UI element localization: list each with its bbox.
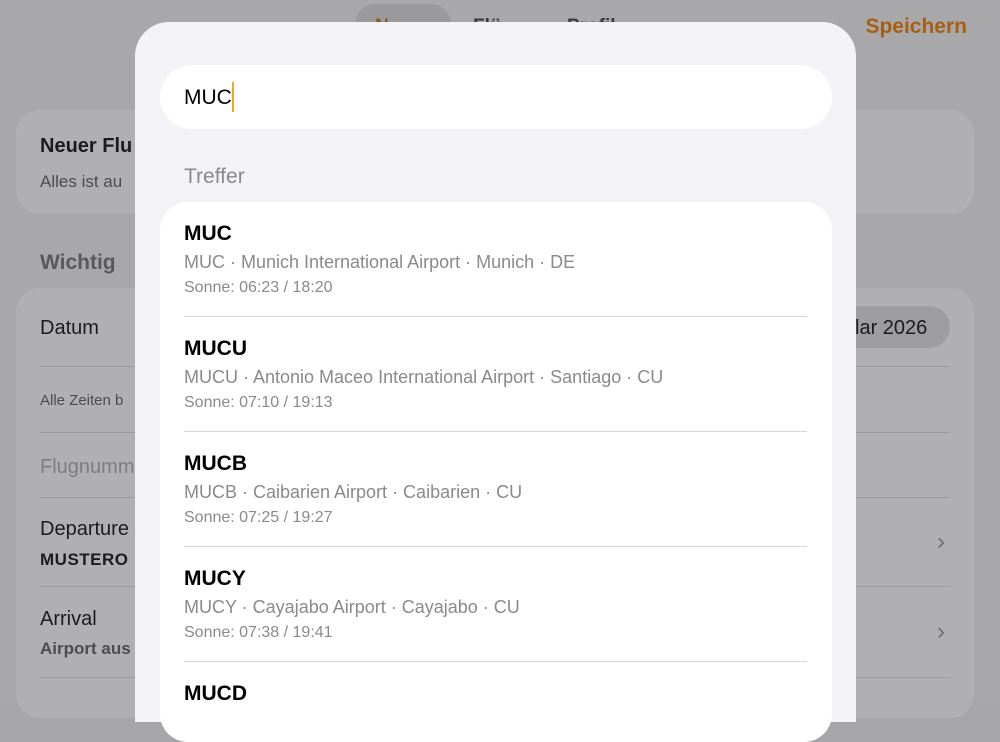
sun-times: Sonne: 06:23 / 18:20	[184, 279, 333, 296]
times-note: Alle Zeiten b	[40, 392, 124, 409]
sun-times: Sonne: 07:38 / 19:41	[184, 624, 333, 641]
results-section-title: Treffer	[184, 165, 245, 188]
airport-code: MUCY	[184, 567, 246, 590]
date-label: Datum	[40, 317, 99, 339]
departure-value[interactable]: MUSTERO	[40, 550, 129, 570]
airport-details: MUCY · Cayajabo Airport · Cayajabo · CU	[184, 597, 520, 617]
result-row-mucb[interactable]: MUCB MUCB · Caibarien Airport · Caibarie…	[184, 432, 807, 547]
arrival-label: Arrival	[40, 608, 97, 630]
chevron-right-icon: ›	[937, 528, 945, 555]
result-row-mucd[interactable]: MUCD	[184, 662, 807, 742]
date-value: lar 2026	[855, 317, 928, 339]
result-row-muc[interactable]: MUC MUC · Munich International Airport ·…	[184, 202, 807, 317]
save-button[interactable]: Speichern	[865, 15, 967, 39]
result-row-mucu[interactable]: MUCU MUCU · Antonio Maceo International …	[184, 317, 807, 432]
airport-details: MUCB · Caibarien Airport · Caibarien · C…	[184, 482, 523, 502]
sun-times: Sonne: 07:10 / 19:13	[184, 394, 333, 411]
search-field[interactable]: MUC	[160, 65, 832, 129]
airport-code: MUCD	[184, 682, 247, 705]
section-important: Wichtig	[40, 251, 116, 274]
airport-code: MUC	[184, 222, 232, 245]
flight-number-input[interactable]: Flugnumm	[40, 456, 134, 479]
new-flight-title: Neuer Flu	[40, 135, 133, 157]
airport-details: MUCU · Antonio Maceo International Airpo…	[184, 367, 664, 387]
sun-times: Sonne: 07:25 / 19:27	[184, 509, 333, 526]
search-input[interactable]: MUC	[184, 86, 232, 110]
airport-code: MUCB	[184, 452, 247, 475]
new-flight-subtitle: Alles ist au	[40, 172, 123, 191]
result-row-mucy[interactable]: MUCY MUCY · Cayajabo Airport · Cayajabo …	[184, 547, 807, 662]
departure-label: Departure	[40, 518, 129, 540]
arrival-value[interactable]: Airport aus	[40, 639, 131, 659]
airport-details: MUC · Munich International Airport · Mun…	[184, 252, 576, 272]
airport-code: MUCU	[184, 337, 247, 360]
chevron-right-icon: ›	[937, 618, 945, 645]
airport-search-sheet: MUC Treffer MUC MUC · Munich Internation…	[135, 22, 856, 742]
text-caret	[232, 82, 234, 112]
results-list: MUC MUC · Munich International Airport ·…	[160, 202, 832, 742]
